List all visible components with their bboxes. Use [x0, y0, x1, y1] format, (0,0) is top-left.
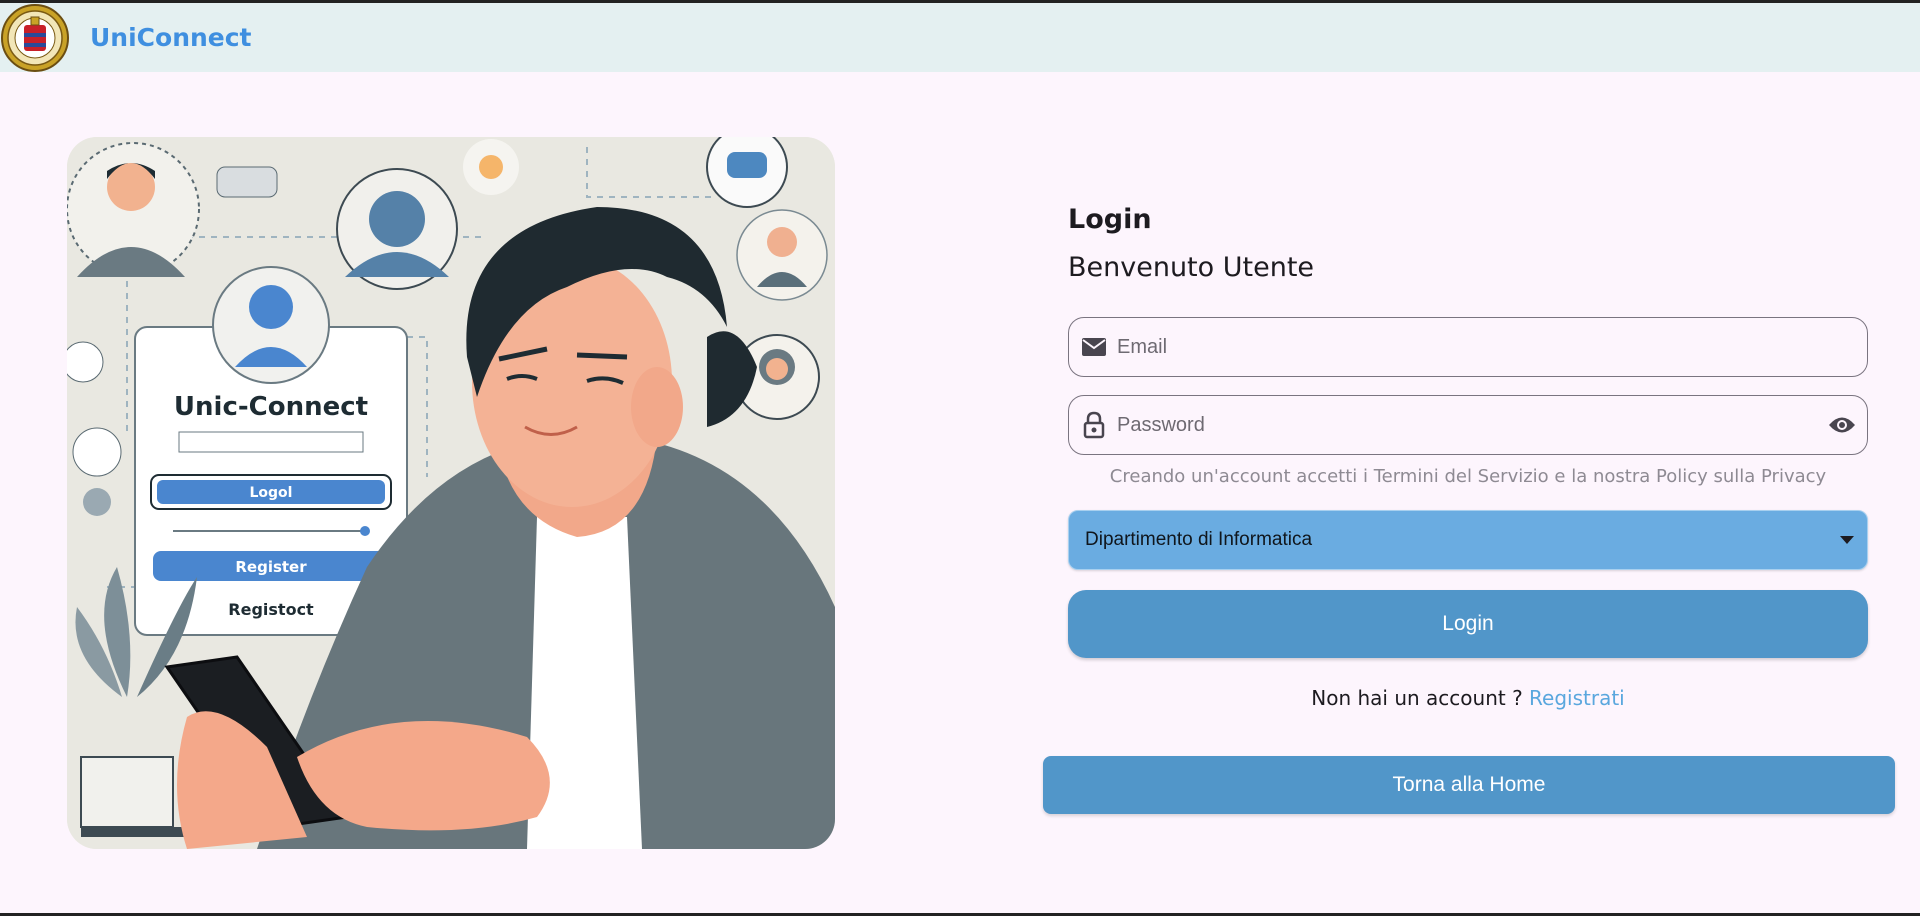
dropdown-arrow-icon	[1827, 536, 1867, 544]
card-title: Unic-Connect	[174, 392, 368, 422]
app-brand-title[interactable]: UniConnect	[90, 23, 252, 52]
card-primary-label: Logol	[250, 485, 293, 501]
eye-icon[interactable]	[1825, 408, 1859, 442]
signup-prompt-text: Non hai un account ?	[1311, 686, 1530, 710]
app-bar: UniConnect	[0, 3, 1920, 72]
email-field[interactable]: Email	[1068, 317, 1868, 377]
terms-notice: Creando un'account accetti i Termini del…	[1109, 466, 1827, 487]
password-field[interactable]: Password	[1068, 395, 1868, 455]
password-placeholder: Password	[1117, 413, 1205, 436]
department-select[interactable]: Dipartimento di Informatica	[1068, 510, 1868, 570]
login-button[interactable]: Login	[1068, 590, 1868, 658]
card-link-label: Registoct	[228, 600, 314, 619]
department-selected-value: Dipartimento di Informatica	[1085, 529, 1313, 550]
form-subtitle: Benvenuto Utente	[1068, 252, 1315, 283]
signup-prompt: Non hai un account ? Registrati	[1068, 686, 1868, 710]
form-title: Login	[1068, 204, 1152, 235]
card-secondary-label: Register	[235, 558, 307, 576]
lock-icon	[1079, 410, 1109, 440]
back-home-button[interactable]: Torna alla Home	[1043, 756, 1895, 814]
mail-icon	[1079, 332, 1109, 362]
person-using-phone-login-illustration: Unic-Connect Logol Register Registoct	[67, 137, 835, 849]
hero-illustration: Unic-Connect Logol Register Registoct	[67, 137, 835, 849]
register-link[interactable]: Registrati	[1529, 686, 1625, 710]
login-form: Login Benvenuto Utente Email Password Cr…	[1068, 200, 1868, 710]
email-placeholder: Email	[1117, 335, 1168, 358]
university-seal-icon	[1, 3, 69, 72]
